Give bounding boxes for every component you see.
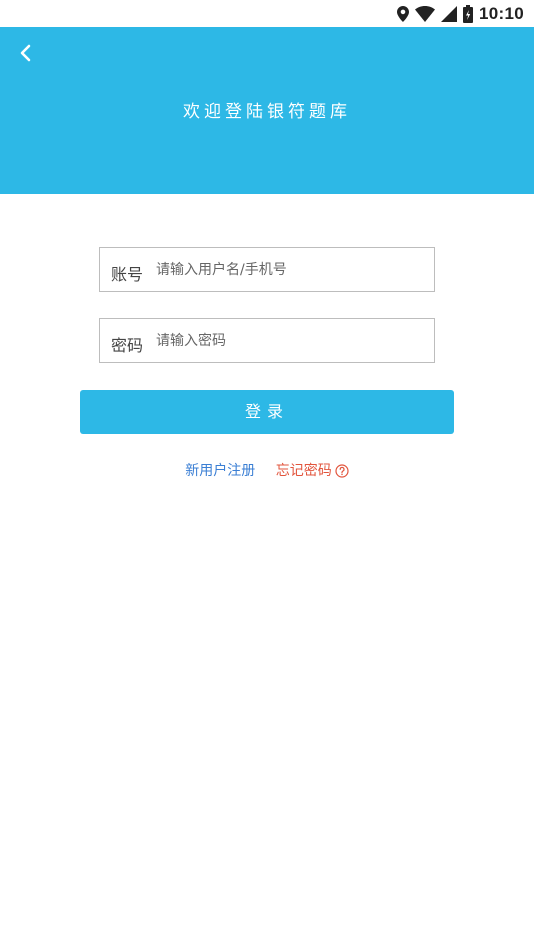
question-circle-icon (335, 464, 349, 478)
account-links: 新用户注册 忘记密码 (0, 461, 534, 481)
location-icon (397, 6, 410, 22)
forgot-password-label: 忘记密码 (275, 463, 332, 479)
wifi-icon (415, 6, 436, 22)
status-icons: 10:10 (397, 4, 524, 24)
password-label: 密码 (111, 336, 144, 355)
account-label: 账号 (111, 265, 144, 284)
status-time: 10:10 (479, 4, 524, 23)
status-bar: 10:10 (0, 0, 534, 27)
account-input[interactable] (156, 256, 426, 284)
password-input[interactable] (156, 327, 426, 355)
register-link[interactable]: 新用户注册 (185, 463, 255, 479)
password-field[interactable]: 密码 (99, 318, 435, 363)
account-field[interactable]: 账号 (99, 247, 435, 292)
battery-icon (463, 5, 474, 23)
header-bar: 欢迎登陆银符题库 (0, 27, 534, 194)
forgot-password-link[interactable]: 忘记密码 (276, 461, 349, 481)
signal-icon (441, 6, 458, 22)
chevron-left-icon (20, 44, 31, 62)
back-button[interactable] (14, 41, 38, 65)
login-button[interactable]: 登录 (80, 390, 454, 434)
page-title: 欢迎登陆银符题库 (183, 102, 351, 122)
